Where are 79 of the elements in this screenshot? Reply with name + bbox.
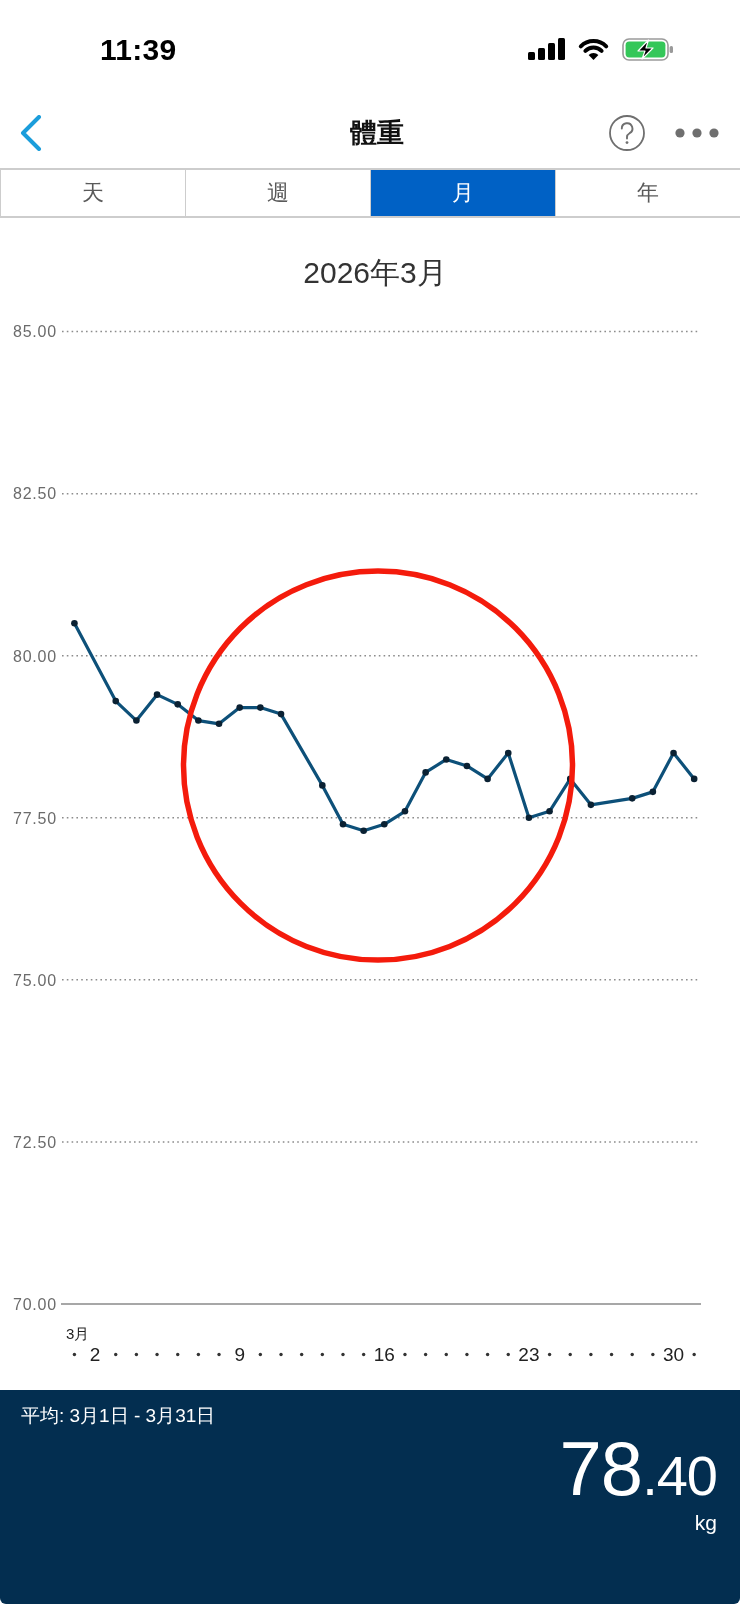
data-point xyxy=(319,782,326,789)
data-point xyxy=(195,717,202,724)
data-point xyxy=(257,704,264,711)
axis-label: 23 xyxy=(518,1344,540,1366)
data-point xyxy=(443,756,450,763)
tick-mark xyxy=(403,1352,407,1357)
data-point xyxy=(339,821,347,828)
data-point xyxy=(690,775,698,783)
data-point xyxy=(670,749,677,757)
more-icon[interactable] xyxy=(675,128,719,138)
data-point xyxy=(504,749,512,757)
data-point xyxy=(484,775,491,783)
tick-mark xyxy=(320,1352,325,1357)
axis-label: 72.50 xyxy=(12,1133,57,1151)
tick-mark xyxy=(279,1352,283,1357)
data-point xyxy=(71,620,78,627)
data-point xyxy=(628,795,636,802)
data-point xyxy=(546,808,553,815)
axis-label: 16 xyxy=(373,1344,395,1366)
tick-mark xyxy=(217,1352,221,1357)
data-point xyxy=(422,769,429,776)
tick-mark xyxy=(114,1352,118,1357)
tick-mark xyxy=(134,1352,139,1357)
tick-mark xyxy=(506,1352,510,1357)
tick-mark xyxy=(196,1352,201,1357)
axis-label: 70.00 xyxy=(12,1295,57,1313)
tick-mark xyxy=(444,1352,448,1357)
tick-mark xyxy=(609,1352,614,1357)
back-icon[interactable] xyxy=(20,115,42,151)
wifi-icon xyxy=(577,37,610,61)
tick-mark xyxy=(568,1352,572,1357)
tick-mark xyxy=(547,1352,552,1357)
data-point xyxy=(587,801,595,809)
tick-mark xyxy=(423,1352,428,1357)
tick-mark xyxy=(630,1352,634,1357)
help-icon[interactable] xyxy=(609,115,645,151)
data-point xyxy=(236,704,243,711)
data-point xyxy=(215,720,223,728)
tick-mark xyxy=(155,1352,159,1357)
data-point xyxy=(381,821,388,828)
tick-mark xyxy=(692,1352,696,1357)
data-point xyxy=(401,808,409,815)
tick-mark xyxy=(361,1352,366,1357)
axis-label: 30 xyxy=(662,1344,685,1366)
chart-title: 2026年3月 xyxy=(303,255,447,291)
data-point xyxy=(174,701,181,708)
weight-unit: kg xyxy=(694,1511,717,1535)
data-point xyxy=(112,697,120,705)
period-tab[interactable]: 月 xyxy=(370,170,555,216)
signal-icon xyxy=(528,38,565,60)
month-label: 3月 xyxy=(66,1324,90,1342)
average-weight-value: 78.40 xyxy=(559,1431,717,1513)
data-point xyxy=(525,814,533,822)
tick-mark xyxy=(589,1352,593,1357)
tick-mark xyxy=(176,1352,180,1357)
tick-mark xyxy=(651,1352,655,1357)
tick-mark xyxy=(258,1352,263,1357)
battery-charging-icon xyxy=(622,37,674,61)
tick-mark xyxy=(299,1352,304,1357)
axis-label: 2 xyxy=(89,1344,101,1366)
axis-label: 9 xyxy=(234,1344,245,1366)
tick-mark xyxy=(72,1352,77,1357)
data-point xyxy=(277,710,285,718)
screen-title: 體重 xyxy=(350,117,404,150)
tick-mark xyxy=(485,1352,490,1357)
tick-mark xyxy=(341,1352,345,1357)
axis-label: 75.00 xyxy=(12,971,57,989)
data-point xyxy=(133,717,140,724)
data-point xyxy=(153,691,161,698)
axis-label: 82.50 xyxy=(12,485,57,503)
average-period-label: 平均: 3月1日 - 3月31日 xyxy=(21,1404,216,1428)
data-point xyxy=(649,788,657,796)
axis-label: 80.00 xyxy=(12,647,57,665)
status-time: 11:39 xyxy=(100,33,177,67)
tick-mark xyxy=(465,1352,469,1357)
data-point xyxy=(360,827,367,835)
axis-label: 77.50 xyxy=(12,809,57,827)
axis-label: 85.00 xyxy=(12,323,57,341)
data-point xyxy=(463,762,471,770)
